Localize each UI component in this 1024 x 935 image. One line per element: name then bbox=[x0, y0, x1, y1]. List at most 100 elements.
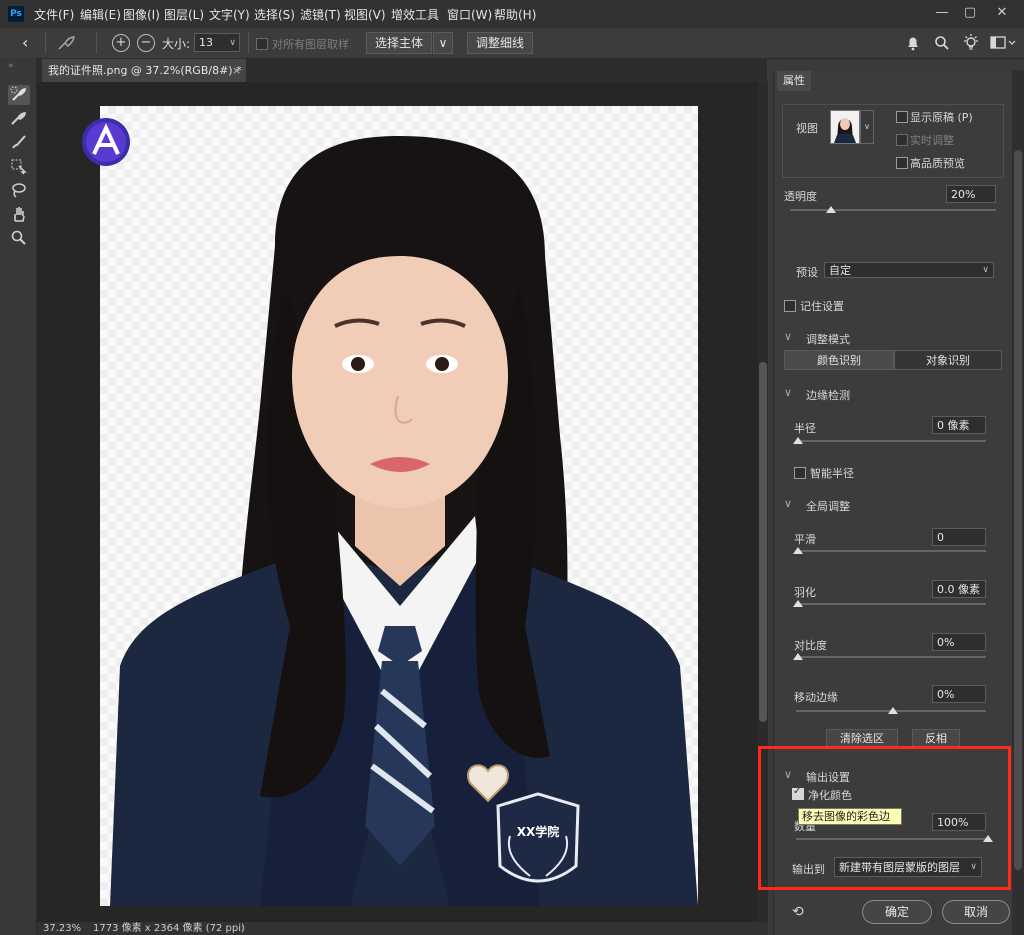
remember-settings-checkbox[interactable] bbox=[784, 300, 796, 312]
edge-detection-header: 边缘检测 bbox=[806, 389, 850, 402]
contrast-slider[interactable] bbox=[796, 656, 986, 658]
opacity-input[interactable]: 20% bbox=[946, 185, 996, 203]
view-thumbnail[interactable] bbox=[830, 110, 860, 144]
show-original-checkbox[interactable] bbox=[896, 111, 908, 123]
menu-image[interactable]: 图像(I) bbox=[123, 6, 160, 23]
contrast-slider-thumb[interactable] bbox=[793, 653, 803, 660]
watermark-logo bbox=[80, 116, 132, 168]
search-icon[interactable] bbox=[933, 34, 951, 52]
size-value: 13 bbox=[199, 36, 213, 49]
shift-edge-input[interactable]: 0% bbox=[932, 685, 986, 703]
brush-tool-icon[interactable] bbox=[8, 133, 30, 153]
opacity-slider-thumb[interactable] bbox=[826, 206, 837, 213]
add-to-selection-icon[interactable]: + bbox=[112, 34, 130, 52]
object-aware-mode-button[interactable]: 对象识别 bbox=[894, 350, 1002, 370]
status-arrow-icon[interactable]: › bbox=[241, 922, 245, 935]
cancel-button[interactable]: 取消 bbox=[942, 900, 1010, 924]
menu-type[interactable]: 文字(Y) bbox=[209, 6, 250, 23]
decontaminate-tooltip: 移去图像的彩色边 bbox=[798, 808, 902, 825]
menu-select[interactable]: 选择(S) bbox=[254, 6, 295, 23]
contrast-label: 对比度 bbox=[794, 639, 827, 652]
hand-tool-icon[interactable] bbox=[8, 205, 30, 225]
radius-input[interactable]: 0 像素 bbox=[932, 416, 986, 434]
object-selection-tool-icon[interactable] bbox=[8, 157, 30, 177]
feather-slider[interactable] bbox=[796, 603, 986, 605]
smart-radius-checkbox[interactable] bbox=[794, 467, 806, 479]
contrast-input[interactable]: 0% bbox=[932, 633, 986, 651]
menu-window[interactable]: 窗口(W) bbox=[447, 6, 492, 23]
properties-tab[interactable]: 属性 bbox=[777, 71, 811, 91]
menu-help[interactable]: 帮助(H) bbox=[494, 6, 536, 23]
lasso-tool-icon[interactable] bbox=[8, 181, 30, 201]
back-arrow-icon[interactable]: ‹ bbox=[22, 33, 28, 52]
chevron-down-icon: ∨ bbox=[982, 265, 989, 275]
document-tab[interactable]: 我的证件照.png @ 37.2%(RGB/8#) * × bbox=[42, 59, 246, 82]
smart-radius-label: 智能半径 bbox=[810, 467, 854, 480]
collapse-arrows-icon[interactable]: » bbox=[8, 61, 14, 71]
smooth-slider-thumb[interactable] bbox=[793, 547, 803, 554]
sample-all-layers-checkbox[interactable] bbox=[256, 38, 268, 50]
crest-text: XX学院 bbox=[517, 824, 560, 839]
size-input[interactable]: 13 ∨ bbox=[194, 33, 240, 52]
view-label: 视图 bbox=[796, 122, 818, 135]
maximize-icon[interactable]: ▢ bbox=[960, 4, 980, 22]
smooth-input[interactable]: 0 bbox=[932, 528, 986, 546]
chevron-down-icon[interactable]: ∨ bbox=[784, 330, 792, 343]
shift-edge-slider-thumb[interactable] bbox=[888, 707, 898, 714]
chevron-down-icon[interactable]: ∨ bbox=[784, 497, 792, 510]
portrait-photo[interactable]: XX学院 bbox=[100, 106, 698, 906]
workspace-icon[interactable] bbox=[990, 35, 1016, 51]
portrait-illustration: XX学院 bbox=[110, 136, 698, 906]
refine-mode-header: 调整模式 bbox=[806, 333, 850, 346]
ok-button[interactable]: 确定 bbox=[862, 900, 932, 924]
menu-layer[interactable]: 图层(L) bbox=[164, 6, 204, 23]
menu-plugins[interactable]: 增效工具 bbox=[391, 6, 439, 23]
remember-settings-label: 记住设置 bbox=[800, 300, 844, 313]
high-quality-preview-checkbox[interactable] bbox=[896, 157, 908, 169]
minimize-icon[interactable]: — bbox=[932, 4, 952, 22]
quick-selection-tool-icon[interactable] bbox=[8, 85, 30, 105]
chevron-down-icon: ∨ bbox=[229, 38, 236, 48]
chevron-down-icon[interactable]: ∨ bbox=[784, 386, 792, 399]
radius-slider[interactable] bbox=[796, 440, 986, 442]
shift-edge-label: 移动边缘 bbox=[794, 691, 838, 704]
menu-edit[interactable]: 编辑(E) bbox=[80, 6, 121, 23]
tools-panel: » bbox=[0, 58, 37, 935]
reset-icon[interactable]: ⟲ bbox=[792, 904, 804, 920]
global-refine-header: 全局调整 bbox=[806, 500, 850, 513]
show-original-label: 显示原稿 (P) bbox=[910, 111, 973, 124]
smooth-slider[interactable] bbox=[796, 550, 986, 552]
feather-input[interactable]: 0.0 像素 bbox=[932, 580, 986, 598]
subtract-from-selection-icon[interactable]: − bbox=[137, 34, 155, 52]
menu-view[interactable]: 视图(V) bbox=[344, 6, 386, 23]
radius-slider-thumb[interactable] bbox=[793, 437, 803, 444]
color-aware-mode-button[interactable]: 颜色识别 bbox=[784, 350, 894, 370]
view-dropdown[interactable]: ∨ bbox=[860, 110, 874, 144]
menu-bar: Ps 文件(F) 编辑(E) 图像(I) 图层(L) 文字(Y) 选择(S) 滤… bbox=[0, 0, 1024, 28]
chevron-down-icon: ∨ bbox=[438, 36, 448, 50]
select-subject-dropdown[interactable]: ∨ bbox=[433, 32, 453, 54]
menu-filter[interactable]: 滤镜(T) bbox=[300, 6, 341, 23]
realtime-refine-checkbox[interactable] bbox=[896, 134, 908, 146]
bell-icon[interactable] bbox=[904, 34, 922, 52]
canvas-scrollbar-thumb[interactable] bbox=[759, 362, 767, 722]
refine-brush-icon[interactable] bbox=[56, 34, 76, 52]
close-tab-icon[interactable]: × bbox=[232, 59, 241, 82]
zoom-tool-icon[interactable] bbox=[8, 229, 30, 249]
preset-value: 自定 bbox=[829, 264, 851, 277]
refine-edge-brush-icon[interactable] bbox=[8, 109, 30, 129]
refine-hair-button[interactable]: 调整细线 bbox=[467, 32, 533, 54]
zoom-level[interactable]: 37.23% bbox=[43, 922, 81, 935]
canvas-area[interactable]: XX学院 bbox=[37, 82, 758, 922]
opacity-slider[interactable] bbox=[790, 209, 996, 211]
separator bbox=[248, 32, 249, 54]
panel-scrollbar[interactable] bbox=[1012, 70, 1024, 935]
panel-scrollbar-thumb[interactable] bbox=[1014, 150, 1022, 870]
lightbulb-icon[interactable] bbox=[962, 33, 980, 53]
menu-file[interactable]: 文件(F) bbox=[34, 6, 74, 23]
preset-dropdown[interactable]: 自定 ∨ bbox=[824, 262, 994, 278]
select-subject-button[interactable]: 选择主体 bbox=[366, 32, 432, 54]
preset-label: 预设 bbox=[796, 266, 818, 279]
feather-slider-thumb[interactable] bbox=[793, 600, 803, 607]
close-icon[interactable]: ✕ bbox=[992, 4, 1012, 22]
